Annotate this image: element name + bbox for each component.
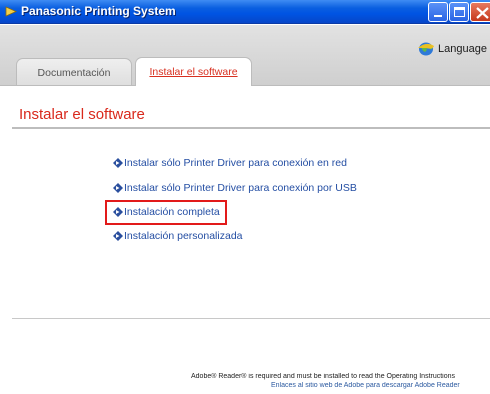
maximize-icon bbox=[454, 7, 465, 17]
minimize-icon bbox=[434, 15, 442, 17]
language-button[interactable]: Language bbox=[417, 40, 487, 58]
language-label: Language bbox=[438, 43, 487, 55]
adobe-reader-notice: Adobe® Reader® is required and must be i… bbox=[191, 373, 456, 380]
close-icon bbox=[476, 7, 489, 19]
window-title: Panasonic Printing System bbox=[21, 4, 176, 18]
minimize-button[interactable] bbox=[428, 2, 448, 22]
adobe-download-link[interactable]: Enlaces al sitio web de Adobe para desca… bbox=[271, 382, 490, 389]
option-custom-install[interactable]: Instalación personalizada bbox=[113, 230, 243, 242]
section-title: Instalar el software bbox=[19, 106, 145, 123]
diamond-arrow-icon bbox=[113, 158, 123, 168]
tab-documentacion-label: Documentación bbox=[37, 66, 111, 79]
option-label: Instalación personalizada bbox=[124, 230, 243, 242]
maximize-button[interactable] bbox=[449, 2, 469, 22]
tab-documentacion[interactable]: Documentación bbox=[16, 58, 132, 86]
footer-divider bbox=[12, 318, 490, 319]
option-usb-driver[interactable]: Instalar sólo Printer Driver para conexi… bbox=[113, 182, 357, 194]
section-divider bbox=[12, 127, 490, 129]
globe-icon bbox=[418, 42, 434, 56]
highlight-box bbox=[105, 200, 227, 225]
diamond-arrow-icon bbox=[113, 183, 123, 193]
title-bar: Panasonic Printing System bbox=[0, 0, 490, 24]
tab-instalar-software[interactable]: Instalar el software bbox=[135, 57, 252, 86]
option-network-driver[interactable]: Instalar sólo Printer Driver para conexi… bbox=[113, 157, 347, 169]
app-icon bbox=[5, 6, 17, 17]
diamond-arrow-icon bbox=[113, 231, 123, 241]
option-label: Instalar sólo Printer Driver para conexi… bbox=[124, 182, 357, 194]
close-button[interactable] bbox=[470, 2, 490, 22]
option-label: Instalar sólo Printer Driver para conexi… bbox=[124, 157, 347, 169]
tab-instalar-software-label: Instalar el software bbox=[149, 66, 238, 78]
